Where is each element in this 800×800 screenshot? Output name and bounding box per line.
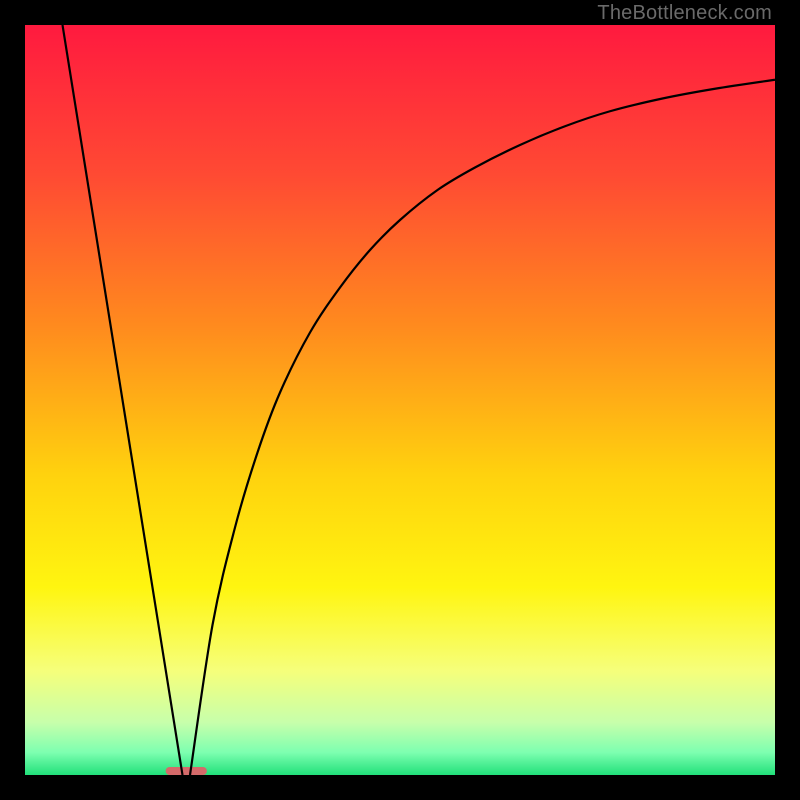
- chart-background: [25, 25, 775, 775]
- valley-marker: [166, 767, 207, 775]
- bottleneck-chart: [25, 25, 775, 775]
- chart-frame: [25, 25, 775, 775]
- watermark-text: TheBottleneck.com: [597, 2, 772, 25]
